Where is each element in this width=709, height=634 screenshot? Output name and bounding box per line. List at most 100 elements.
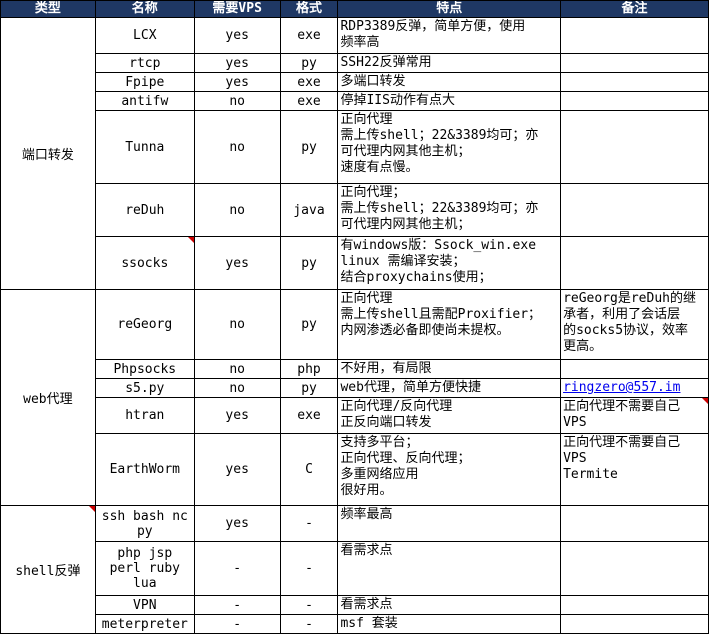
header-notes: 备注 xyxy=(560,0,709,18)
features-cell: 正向代理； 需上传shell；22&3389均可；亦 可代理内网其他主机； xyxy=(337,183,562,237)
features-cell: 看需求点 xyxy=(337,541,562,596)
needs-vps: yes xyxy=(193,236,281,290)
tool-name: antifw xyxy=(94,91,195,111)
file-format: py xyxy=(279,53,339,73)
table-row: 端口转发 LCX yes exe RDP3389反弹，简单方便，使用 频率高 xyxy=(0,17,709,290)
features-cell: 正向代理/反向代理 正反向端口转发 xyxy=(337,397,562,434)
needs-vps: no xyxy=(193,289,281,360)
table-row: VPN - - 看需求点 xyxy=(1,595,709,615)
features-cell: 多端口转发 xyxy=(337,72,562,92)
header-format: 格式 xyxy=(279,0,339,18)
category-shell-reverse: shell反弹 xyxy=(0,505,96,634)
tool-name: Tunna xyxy=(94,110,195,184)
features-cell: SSH22反弹常用 xyxy=(337,53,562,73)
tool-name: rtcp xyxy=(94,53,195,73)
needs-vps: no xyxy=(193,378,281,398)
tool-name: Phpsocks xyxy=(94,359,195,379)
table-row: Phpsocks no php 不好用，有局限 xyxy=(1,359,709,379)
notes-cell xyxy=(560,72,709,92)
tool-name: LCX xyxy=(94,17,195,54)
features-cell: 正向代理 需上传shell且需配Proxifier； 内网渗透必备即使尚未提权。 xyxy=(337,289,562,360)
header-row: 类型 名称 需要VPS 格式 特点 备注 xyxy=(0,0,709,18)
tool-name: ssocks xyxy=(94,236,195,290)
table-row: s5.py no py web代理，简单方便快捷 ringzero@557.im xyxy=(1,378,709,398)
table-row: Tunna no py 正向代理 需上传shell；22&3389均可；亦 可代理内网… xyxy=(1,110,709,184)
features-cell: 正向代理 需上传shell；22&3389均可；亦 可代理内网其他主机； 速度有… xyxy=(337,110,562,184)
needs-vps: - xyxy=(193,541,281,596)
file-format: java xyxy=(279,183,339,237)
file-format: exe xyxy=(279,91,339,111)
table-row: reDuh no java 正向代理； 需上传shell；22&3389均可；亦 可代… xyxy=(1,183,709,237)
notes-cell xyxy=(560,53,709,73)
file-format: py xyxy=(279,236,339,290)
tool-name: reGeorg xyxy=(94,289,195,360)
file-format: exe xyxy=(279,17,339,54)
file-format: py xyxy=(279,110,339,184)
file-format: - xyxy=(279,505,339,542)
file-format: - xyxy=(279,541,339,596)
table-row: rtcp yes py SSH22反弹常用 xyxy=(1,53,709,73)
file-format: - xyxy=(279,595,339,615)
table-row: antifw no exe 停掉IIS动作有点大 xyxy=(1,91,709,111)
tool-name: s5.py xyxy=(94,378,195,398)
header-vps: 需要VPS xyxy=(193,0,281,18)
needs-vps: no xyxy=(193,91,281,111)
features-cell: 不好用，有局限 xyxy=(337,359,562,379)
features-cell: 支持多平台； 正向代理、反向代理； 多重网络应用 很好用。 xyxy=(337,433,562,506)
needs-vps: yes xyxy=(193,397,281,434)
tool-name: htran xyxy=(94,397,195,434)
features-cell: 频率最高 xyxy=(337,505,562,542)
file-format: php xyxy=(279,359,339,379)
header-type: 类型 xyxy=(0,0,96,18)
notes-cell xyxy=(560,541,709,596)
file-format: C xyxy=(279,433,339,506)
tool-name: php jsp perl ruby lua xyxy=(94,541,195,596)
notes-email-link[interactable]: ringzero@557.im xyxy=(560,378,709,398)
notes-cell: reGeorg是reDuh的继 承者，利用了会话层 的socks5协议，效率 更… xyxy=(560,289,709,360)
tool-name: reDuh xyxy=(94,183,195,237)
features-cell: RDP3389反弹，简单方便，使用 频率高 xyxy=(337,17,562,54)
features-cell: 看需求点 xyxy=(337,595,562,615)
notes-cell xyxy=(560,183,709,237)
features-cell: 停掉IIS动作有点大 xyxy=(337,91,562,111)
needs-vps: yes xyxy=(193,53,281,73)
file-format: exe xyxy=(279,397,339,434)
needs-vps: yes xyxy=(193,17,281,54)
tool-name: VPN xyxy=(94,595,195,615)
notes-cell xyxy=(560,110,709,184)
table-body: 端口转发 LCX yes exe RDP3389反弹，简单方便，使用 频率高 rtcp ye… xyxy=(0,17,709,634)
file-format: py xyxy=(279,289,339,360)
notes-cell xyxy=(560,595,709,615)
category-port-forwarding: 端口转发 xyxy=(0,17,96,290)
notes-cell: 正向代理不需要自己 VPS Termite xyxy=(560,433,709,506)
file-format: py xyxy=(279,378,339,398)
notes-cell xyxy=(560,91,709,111)
table-row: web代理 reGeorg no py 正向代理 需上传shell且需配Proxifie… xyxy=(0,289,709,506)
notes-cell xyxy=(560,359,709,379)
category-web-proxy: web代理 xyxy=(0,289,96,506)
header-features: 特点 xyxy=(337,0,562,18)
header-name: 名称 xyxy=(94,0,195,18)
table-row: htran yes exe 正向代理/反向代理 正反向端口转发 正向代理不需要自己 VP… xyxy=(1,397,709,434)
features-cell: 有windows版：Ssock_win.exe linux 需编译安装； 结合p… xyxy=(337,236,562,290)
needs-vps: yes xyxy=(193,505,281,542)
features-cell: web代理，简单方便快捷 xyxy=(337,378,562,398)
file-format: exe xyxy=(279,72,339,92)
notes-cell xyxy=(560,505,709,542)
needs-vps: yes xyxy=(193,72,281,92)
tool-name: ssh bash nc py xyxy=(94,505,195,542)
tool-name: EarthWorm xyxy=(94,433,195,506)
needs-vps: no xyxy=(193,183,281,237)
table-row: Fpipe yes exe 多端口转发 xyxy=(1,72,709,92)
needs-vps: - xyxy=(193,595,281,615)
tools-table: 类型 名称 需要VPS 格式 特点 备注 端口转发 LCX yes exe RDP338… xyxy=(0,0,709,634)
notes-cell xyxy=(560,17,709,54)
needs-vps: no xyxy=(193,110,281,184)
table-row: ssocks yes py 有windows版：Ssock_win.exe linux… xyxy=(1,236,709,290)
needs-vps: no xyxy=(193,359,281,379)
tool-name: Fpipe xyxy=(94,72,195,92)
needs-vps: yes xyxy=(193,433,281,506)
notes-cell: 正向代理不需要自己 VPS xyxy=(560,397,709,434)
table-row: shell反弹 ssh bash nc py yes - 频率最高 xyxy=(0,505,709,634)
notes-cell xyxy=(560,236,709,290)
